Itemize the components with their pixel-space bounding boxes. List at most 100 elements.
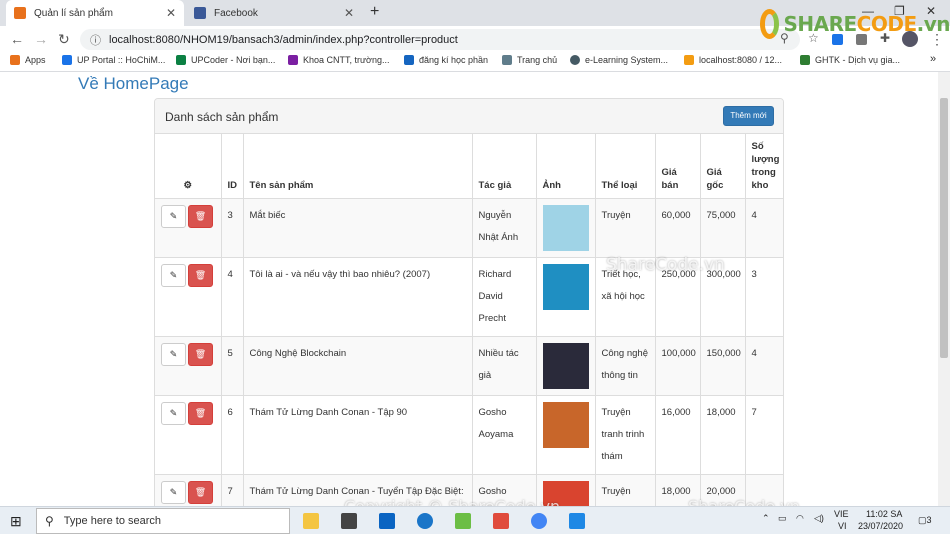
bookmark-item[interactable]: localhost:8080 / 12... xyxy=(684,55,782,65)
chrome-icon[interactable] xyxy=(531,513,547,529)
notifications-icon[interactable]: ▢3 xyxy=(918,515,932,526)
edit-button[interactable]: ✎ xyxy=(161,205,186,228)
column-header: Thể loại xyxy=(595,134,656,199)
row-actions: ✎ 🗑 xyxy=(155,257,222,337)
column-header: Ảnh xyxy=(536,134,596,199)
actions-header: ⚙ xyxy=(155,134,222,199)
language-indicator-top[interactable]: VIE xyxy=(834,509,849,519)
search-icon: ⚲ xyxy=(45,514,54,528)
address-bar[interactable]: ⓘ localhost:8080/NHOM19/bansach3/admin/i… xyxy=(80,29,800,50)
product-panel: Danh sách sản phẩm Thêm mới ⚙ ID Tên sản… xyxy=(154,98,784,506)
bookmark-item[interactable]: UPCoder - Nơi bạn... xyxy=(176,55,275,65)
tab-facebook[interactable]: Facebook ✕ xyxy=(186,0,362,26)
table-row: ✎ 🗑 6 Thám Tử Lừng Danh Conan - Tập 90 Gosho… xyxy=(155,395,783,475)
windows-taskbar: ⊞ ⚲ Type here to search ⌃ ▭ ◠ ◁) VIE VI … xyxy=(0,506,950,534)
cell-image xyxy=(536,474,596,506)
tab-quan-li-san-pham[interactable]: Quản lí sản phẩm ✕ xyxy=(6,0,184,26)
delete-button[interactable]: 🗑 xyxy=(188,402,213,425)
edit-button[interactable]: ✎ xyxy=(161,343,186,366)
bookmark-item[interactable]: Trang chủ xyxy=(502,55,557,65)
taskbar-search-input[interactable]: ⚲ Type here to search xyxy=(36,508,290,534)
cell-image xyxy=(536,257,596,337)
tab-title: Quản lí sản phẩm xyxy=(34,7,113,19)
pencil-icon: ✎ xyxy=(169,211,178,221)
reload-icon[interactable]: ↻ xyxy=(58,31,70,48)
cell-author: Gosho Aoyama xyxy=(472,395,537,475)
close-tab-icon[interactable]: ✕ xyxy=(344,6,354,20)
bookmark-favicon-icon xyxy=(800,55,810,65)
clock-time[interactable]: 11:02 SA xyxy=(866,509,902,519)
scrollbar-thumb[interactable] xyxy=(940,98,948,358)
volume-icon[interactable]: ◁) xyxy=(814,513,824,524)
wifi-icon[interactable]: ◠ xyxy=(796,513,804,524)
table-row: ✎ 🗑 5 Công Nghệ Blockchain Nhiều tác giả Công… xyxy=(155,336,783,396)
network-icon[interactable]: ▭ xyxy=(778,513,787,524)
bookmark-item[interactable]: Khoa CNTT, trường... xyxy=(288,55,389,65)
cell-original-price: 20,000 xyxy=(700,474,746,506)
vscode-icon[interactable] xyxy=(569,513,585,529)
cell-category: Triết học, xã hội học xyxy=(595,257,656,337)
cell-name: Thám Tử Lừng Danh Conan - Tập 90 xyxy=(243,395,473,475)
cell-id: 4 xyxy=(221,257,244,337)
cell-stock: 4 xyxy=(745,336,783,396)
delete-button[interactable]: 🗑 xyxy=(188,205,213,228)
close-tab-icon[interactable]: ✕ xyxy=(166,6,176,20)
xampp-icon xyxy=(14,7,26,19)
delete-button[interactable]: 🗑 xyxy=(188,264,213,287)
cell-image xyxy=(536,198,596,258)
apps-grid-icon xyxy=(10,55,20,65)
table-row: ✎ 🗑 3 Mắt biếc Nguyễn Nhật Ánh Truyện 60,000 75… xyxy=(155,198,783,258)
column-header: Giá bán xyxy=(655,134,701,199)
bookmark-item[interactable]: e-Learning System... xyxy=(570,55,668,65)
store-icon[interactable] xyxy=(341,513,357,529)
edit-button[interactable]: ✎ xyxy=(161,481,186,504)
cell-name: Mắt biếc xyxy=(243,198,473,258)
cell-stock xyxy=(745,474,783,506)
column-header: Tên sản phẩm xyxy=(243,134,473,199)
cell-category: Truyện xyxy=(595,198,656,258)
edit-button[interactable]: ✎ xyxy=(161,264,186,287)
book-cover-image xyxy=(542,402,589,448)
home-link[interactable]: Về HomePage xyxy=(78,74,189,94)
edit-button[interactable]: ✎ xyxy=(161,402,186,425)
cell-price: 16,000 xyxy=(655,395,701,475)
add-new-button[interactable]: Thêm mới xyxy=(723,106,774,126)
bookmark-item[interactable]: GHTK - Dịch vụ gia... xyxy=(800,55,900,65)
more-bookmarks-button[interactable]: » xyxy=(930,53,936,65)
sharecode-logo: SHARECODE.vn xyxy=(760,2,950,46)
gear-icon: ⚙ xyxy=(183,180,193,191)
book-cover-image xyxy=(542,343,589,389)
mail-icon[interactable] xyxy=(379,513,395,529)
page-scrollbar[interactable] xyxy=(938,72,950,506)
acrobat-icon[interactable] xyxy=(493,513,509,529)
column-header: Số lượng trong kho xyxy=(745,134,783,199)
cell-id: 7 xyxy=(221,474,244,506)
bookmark-apps[interactable]: Apps xyxy=(10,55,46,65)
tab-title: Facebook xyxy=(214,7,258,19)
tray-chevron-icon[interactable]: ⌃ xyxy=(762,513,770,524)
bookmark-item[interactable]: đăng kí học phần xyxy=(404,55,488,65)
new-tab-button[interactable]: + xyxy=(370,3,379,21)
info-icon[interactable]: ⓘ xyxy=(90,32,101,48)
delete-button[interactable]: 🗑 xyxy=(188,481,213,504)
pencil-icon: ✎ xyxy=(169,408,178,418)
trash-icon: 🗑 xyxy=(194,349,207,359)
book-cover-image xyxy=(542,481,589,506)
app-icon[interactable] xyxy=(455,513,471,529)
bookmark-favicon-icon xyxy=(62,55,72,65)
url-text: localhost:8080/NHOM19/bansach3/admin/ind… xyxy=(109,33,458,46)
bookmark-item[interactable]: UP Portal :: HoChiM... xyxy=(62,55,165,65)
bookmark-favicon-icon xyxy=(288,55,298,65)
bookmark-favicon-icon xyxy=(570,55,580,65)
cell-category: Truyện tranh trinh xyxy=(595,474,656,506)
clock-date[interactable]: 23/07/2020 xyxy=(858,521,903,531)
windows-start-icon[interactable]: ⊞ xyxy=(10,513,22,530)
back-icon[interactable]: ← xyxy=(10,31,24,47)
forward-icon[interactable]: → xyxy=(34,31,48,47)
book-cover-image xyxy=(542,264,589,310)
cell-image xyxy=(536,336,596,396)
language-indicator-bottom[interactable]: VI xyxy=(838,521,847,531)
delete-button[interactable]: 🗑 xyxy=(188,343,213,366)
file-explorer-icon[interactable] xyxy=(303,513,319,529)
edge-icon[interactable] xyxy=(417,513,433,529)
